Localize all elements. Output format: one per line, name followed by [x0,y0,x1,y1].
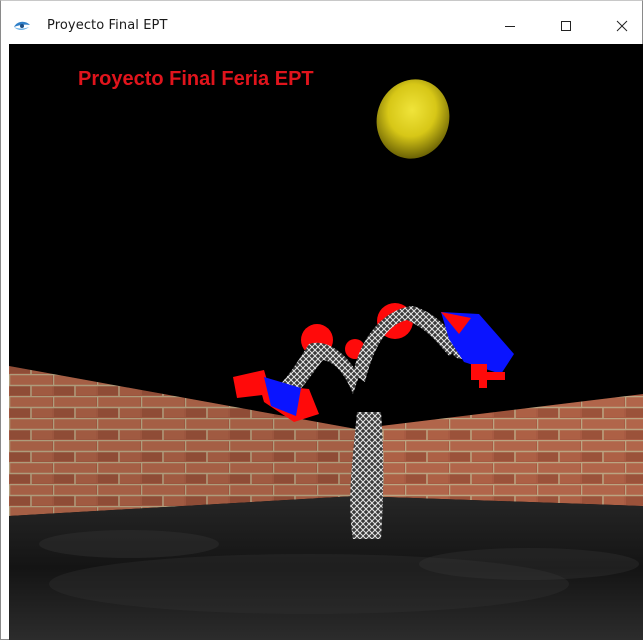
minimize-button[interactable] [487,8,533,44]
scene-title-text: Proyecto Final Feria EPT [78,68,314,90]
maximize-icon [561,21,571,31]
scene-canvas [9,44,643,640]
window-title: Proyecto Final EPT [47,18,168,33]
maximize-button[interactable] [543,8,589,44]
close-icon [616,20,628,32]
app-window: Proyecto Final EPT Proyecto Final Feria … [0,0,643,640]
app-eye-icon [13,19,31,33]
title-bar[interactable]: Proyecto Final EPT [1,8,642,44]
close-button[interactable] [599,8,643,44]
opengl-viewport[interactable]: Proyecto Final Feria EPT [9,44,643,640]
minimize-icon [505,26,515,27]
